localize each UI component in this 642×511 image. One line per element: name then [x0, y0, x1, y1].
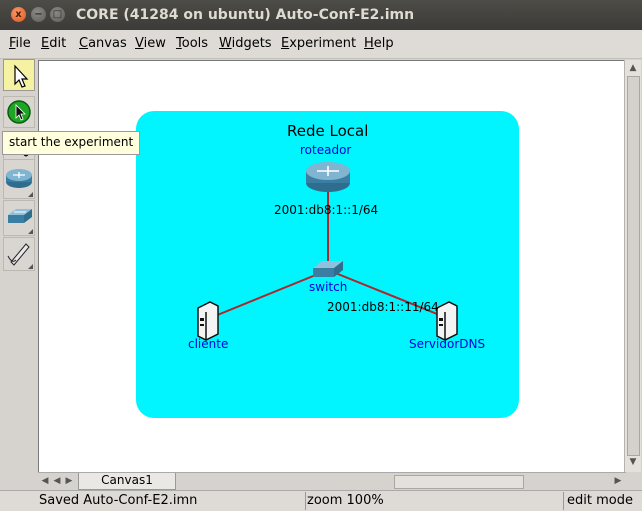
dns-address-label: 2001:db8:1::11/64 [327, 300, 439, 314]
dns-server-label: ServidorDNS [409, 337, 486, 351]
scroll-up-icon[interactable]: ▲ [627, 62, 639, 74]
tab-prev-icon[interactable]: ◀ [40, 475, 50, 487]
switch-label: switch [309, 280, 348, 294]
network-links [197, 162, 458, 341]
router-label: roteador [300, 143, 352, 157]
scroll-right-icon[interactable]: ▶ [612, 475, 624, 487]
vertical-scrollbar[interactable]: ▲ ▼ [624, 60, 641, 472]
status-message: Saved Auto-Conf-E2.imn [39, 493, 198, 508]
client-label: cliente [188, 337, 229, 351]
tab-next-icon[interactable]: ▶ [64, 475, 74, 487]
mode-indicator: edit mode [567, 493, 633, 508]
vertical-scroll-thumb[interactable] [627, 76, 640, 456]
router-node-icon[interactable] [306, 162, 350, 192]
tab-prev-page-icon[interactable]: ◀ [52, 475, 62, 487]
router-address-label: 2001:db8:1::1/64 [274, 203, 379, 217]
zoom-level: zoom 100% [307, 493, 384, 508]
dns-server-node-icon[interactable] [436, 301, 458, 341]
start-experiment-tooltip: start the experiment [2, 131, 141, 155]
horizontal-scroll-thumb[interactable] [394, 475, 524, 489]
canvas-tab-bar: ◀ ◀ ▶ Canvas1 ▶ [38, 472, 626, 490]
link-switch-client[interactable] [209, 269, 329, 319]
status-bar: Saved Auto-Conf-E2.imn zoom 100% edit mo… [0, 490, 642, 511]
scroll-down-icon[interactable]: ▼ [627, 456, 639, 468]
tab-canvas1[interactable]: Canvas1 [78, 473, 176, 490]
client-node-icon[interactable] [197, 301, 219, 341]
